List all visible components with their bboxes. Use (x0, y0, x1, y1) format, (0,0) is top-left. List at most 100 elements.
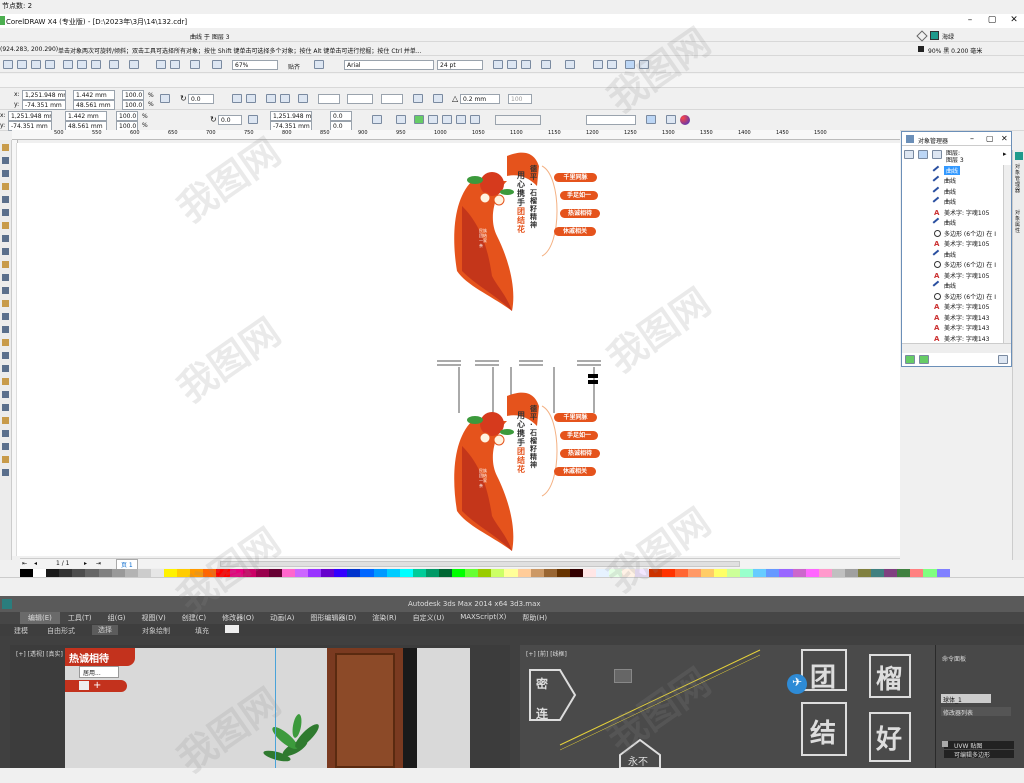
redo-icon[interactable] (129, 60, 139, 69)
object-gizmo-icon[interactable] (614, 669, 632, 683)
palette-swatch[interactable] (478, 569, 492, 577)
object-list-item[interactable]: A 美术字: 字魂143 (934, 333, 989, 343)
edit-across-layers-icon[interactable] (918, 150, 928, 159)
close-curve-icon[interactable] (413, 94, 423, 103)
max-menu-item[interactable]: MAXScript(X) (452, 612, 514, 624)
palette-swatch[interactable] (609, 569, 623, 577)
toolbox-tool-icon[interactable] (2, 209, 9, 216)
max-menu-item[interactable]: 视图(V) (134, 612, 174, 624)
palette-swatch[interactable] (805, 569, 819, 577)
object-list-item[interactable]: 多边形 (6个边) 在 I (934, 291, 996, 301)
palette-swatch[interactable] (569, 569, 584, 577)
bulb-icon[interactable] (942, 741, 948, 747)
edit-fill-icon[interactable] (666, 115, 676, 124)
line-style-select[interactable] (347, 94, 373, 104)
width-field-2[interactable]: 1.442 mm (65, 111, 107, 121)
palette-swatch[interactable] (373, 569, 387, 577)
toolbox-tool-icon[interactable] (2, 144, 9, 151)
tag-label[interactable]: 热诚相待 (560, 209, 600, 218)
palette-swatch[interactable] (33, 569, 47, 577)
max-menu-item[interactable]: 动画(A) (262, 612, 302, 624)
palette-swatch[interactable] (753, 569, 767, 577)
max-menu-item[interactable]: 自定义(U) (405, 612, 453, 624)
trim-icon[interactable] (428, 115, 438, 124)
first-page-button[interactable]: ⇤ (22, 560, 27, 567)
palette-swatch[interactable] (687, 569, 701, 577)
delete-icon[interactable] (998, 355, 1008, 364)
scale-x-field-2[interactable]: 100.0 (116, 111, 138, 121)
palette-swatch[interactable] (255, 569, 269, 577)
align-icon[interactable] (541, 60, 551, 69)
palette-swatch[interactable] (229, 569, 243, 577)
mirror-h-icon[interactable] (248, 115, 258, 124)
palette-swatch[interactable] (635, 569, 649, 577)
palette-swatch[interactable] (517, 569, 531, 577)
toolbox-tool-icon[interactable] (2, 430, 9, 437)
palette-swatch[interactable] (72, 569, 86, 577)
combine-icon[interactable] (396, 115, 406, 124)
x-position-field-2[interactable]: 1,251.948 mm (8, 111, 52, 121)
color-balls-icon[interactable] (680, 115, 690, 125)
lock-ratio-icon[interactable] (160, 94, 170, 103)
minimize-button[interactable]: – (960, 15, 980, 25)
toolbox-tool-icon[interactable] (2, 365, 9, 372)
scale-x-field[interactable]: 100.0 (122, 90, 144, 100)
toolbox-tool-icon[interactable] (2, 274, 9, 281)
toolbox-tool-icon[interactable] (2, 235, 9, 242)
tag-label[interactable]: 手足如一 (560, 431, 598, 440)
palette-swatch[interactable] (596, 569, 610, 577)
object-list-scrollbar[interactable] (1003, 165, 1011, 343)
toolbox-tool-icon[interactable] (2, 183, 9, 190)
palette-swatch[interactable] (871, 569, 885, 577)
max-menu-item[interactable]: 帮助(H) (514, 612, 555, 624)
palette-swatch[interactable] (242, 569, 256, 577)
group-icon[interactable] (372, 115, 382, 124)
palette-swatch[interactable] (360, 569, 374, 577)
ribbon-options-icon[interactable] (225, 625, 239, 633)
object-list-item[interactable]: 曲线 (932, 196, 956, 207)
horizontal-text-icon[interactable] (625, 60, 635, 69)
object-list-item[interactable]: 多边形 (6个边) 在 I (934, 228, 996, 238)
simplify-icon[interactable] (456, 115, 466, 124)
viewport-popup[interactable]: 居用... (79, 666, 119, 678)
max-menu-item[interactable]: 图形编辑器(D) (302, 612, 364, 624)
close-button[interactable]: ✕ (1004, 15, 1024, 25)
palette-swatch[interactable] (268, 569, 282, 577)
hand-tool-icon[interactable] (646, 115, 656, 124)
object-list-item[interactable]: A 美术字: 字魂105 (934, 270, 989, 280)
object-list-item[interactable]: 曲线 (932, 175, 956, 186)
palette-swatch[interactable] (530, 569, 544, 577)
save-icon[interactable] (31, 60, 41, 69)
palette-swatch[interactable] (85, 569, 99, 577)
prev-page-button[interactable]: ◂ (34, 560, 37, 567)
bullets-icon[interactable] (565, 60, 575, 69)
toolbox-tool-icon[interactable] (2, 404, 9, 411)
toolbox-tool-icon[interactable] (2, 456, 9, 463)
layer-menu-arrow-icon[interactable]: ▸ (1003, 150, 1007, 158)
mirror-v-icon[interactable] (246, 94, 256, 103)
front-viewport[interactable]: [+] [前] [线框] 团 榴 结 好 密 连 永不 ✈ (520, 645, 935, 768)
toolbox-tool-icon[interactable] (2, 287, 9, 294)
offset-x-field[interactable]: 0.0 (330, 111, 352, 121)
docker-tab-object-manager[interactable]: 对象管理器 (1015, 164, 1023, 194)
object-list-item[interactable]: 曲线 (932, 186, 956, 196)
palette-swatch[interactable] (884, 569, 898, 577)
vertical-text-icon[interactable] (639, 60, 649, 69)
palette-swatch[interactable] (203, 569, 217, 577)
app-launcher-icon[interactable] (190, 60, 200, 69)
to-line-icon[interactable] (266, 94, 276, 103)
palette-swatch[interactable] (858, 569, 872, 577)
rotation-field[interactable]: 0.0 (188, 94, 214, 104)
next-page-button[interactable]: ▸ (84, 560, 87, 567)
palette-swatch[interactable] (425, 569, 439, 577)
center-x-field[interactable]: 1,251.948 mm (270, 111, 312, 121)
object-list-item[interactable]: 曲线 (932, 249, 956, 259)
tag-label[interactable]: 休戚相关 (554, 227, 596, 236)
mirror-pct-field[interactable]: 100 (508, 94, 532, 104)
x-position-field[interactable]: 1,251.948 mm (22, 90, 66, 100)
palette-swatch[interactable] (831, 569, 845, 577)
palette-swatch[interactable] (583, 569, 597, 577)
front-minus-back-icon[interactable] (470, 115, 480, 124)
tag-label[interactable]: 手足如一 (560, 191, 598, 200)
underline-icon[interactable] (521, 60, 531, 69)
